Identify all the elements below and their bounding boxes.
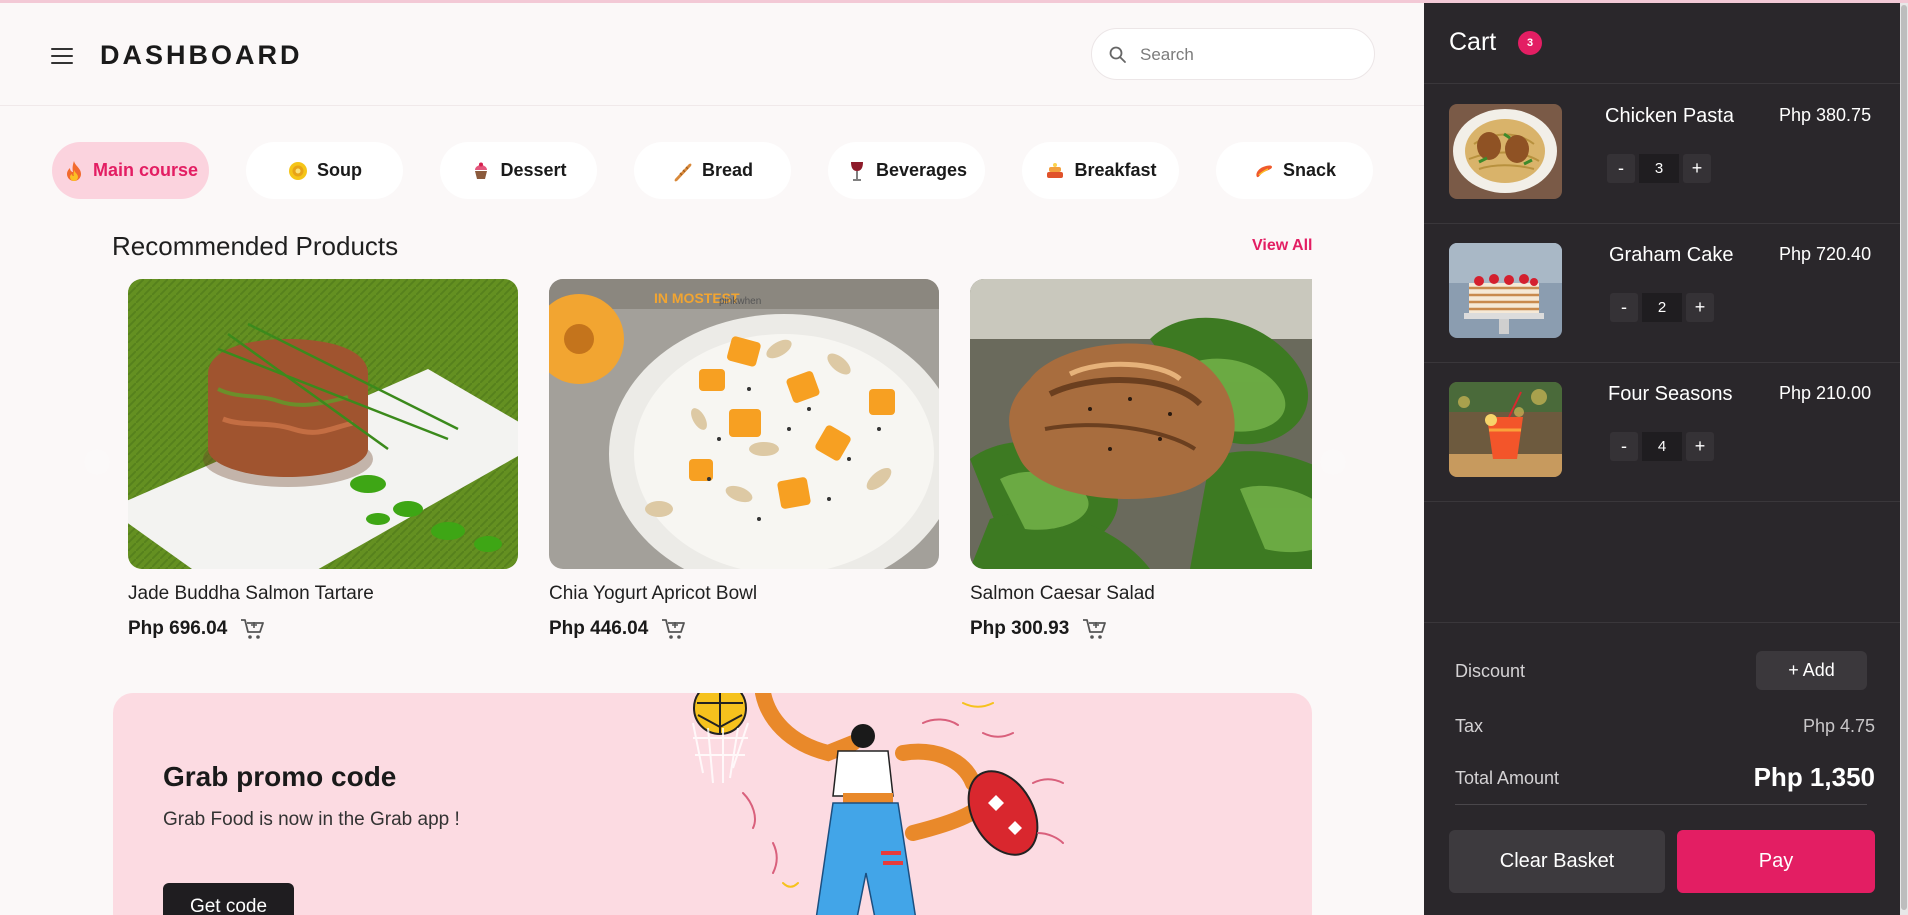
svg-text:pinkwhen: pinkwhen [719, 296, 761, 307]
category-label: Snack [1282, 160, 1337, 180]
clear-basket-button[interactable]: Clear Basket [1449, 830, 1665, 893]
cart-header: Cart 3 [1424, 3, 1900, 84]
breakfast-icon [1044, 160, 1066, 182]
product-carousel: Jade Buddha Salmon Tartare Php 696.04 IN… [128, 279, 1312, 659]
add-to-cart-icon[interactable] [239, 617, 265, 641]
decrease-qty-button[interactable]: - [1610, 432, 1638, 461]
search-input[interactable] [1140, 41, 1360, 69]
category-label: Soup [317, 160, 362, 180]
category-bar: Main course Soup Dessert Bread Beverages… [52, 142, 1424, 202]
soup-icon [287, 160, 309, 182]
view-all-link[interactable]: View All [1252, 237, 1312, 255]
get-code-button[interactable]: Get code [163, 883, 294, 915]
product-name: Salmon Caesar Salad [970, 583, 1155, 604]
tax-value: Php 4.75 [1802, 716, 1875, 736]
increase-qty-button[interactable]: + [1686, 432, 1714, 461]
recommended-title: Recommended Products [112, 231, 399, 261]
product-card[interactable]: Salmon Caesar Salad Php 300.93 [970, 279, 1312, 641]
product-price: Php 446.04 [549, 618, 649, 639]
cart-item-name: Graham Cake [1609, 244, 1734, 266]
add-to-cart-icon[interactable] [660, 617, 686, 641]
main-panel: DASHBOARD Main course Soup Dessert Bread [0, 3, 1424, 915]
cart-item: Four Seasons Php 210.00 - 4 + [1424, 363, 1900, 502]
product-card[interactable]: Jade Buddha Salmon Tartare Php 696.04 [128, 279, 518, 641]
product-name: Jade Buddha Salmon Tartare [128, 583, 374, 604]
discount-label: Discount [1455, 661, 1526, 681]
quantity-stepper: - 3 + [1607, 153, 1711, 184]
page-title: DASHBOARD [100, 40, 303, 70]
category-label: Dessert [500, 160, 567, 180]
category-label: Bread [701, 160, 754, 180]
decrease-qty-button[interactable]: - [1610, 293, 1638, 322]
promo-banner: Grab promo code Grab Food is now in the … [113, 693, 1312, 915]
basketball-player-illustration [692, 693, 1064, 915]
increase-qty-button[interactable]: + [1686, 293, 1714, 322]
total-value: Php 1,350 [1753, 762, 1875, 792]
category-label: Breakfast [1074, 160, 1157, 180]
carousel-next-icon[interactable] [1320, 449, 1346, 475]
bread-icon [672, 160, 694, 182]
cart-item-name: Four Seasons [1608, 383, 1733, 405]
increase-qty-button[interactable]: + [1683, 154, 1711, 183]
tax-label: Tax [1455, 716, 1484, 736]
cart-count-badge: 3 [1518, 31, 1542, 55]
search-icon [1109, 46, 1126, 63]
wine-glass-icon [846, 160, 868, 182]
window-scrollbar[interactable] [1900, 3, 1908, 915]
promo-subtitle: Grab Food is now in the Grab app ! [163, 809, 460, 830]
quantity-value: 4 [1642, 432, 1682, 461]
cart-item: Graham Cake Php 720.40 - 2 + [1424, 224, 1900, 363]
cart-item-name: Chicken Pasta [1605, 105, 1734, 127]
cart-item-price: Php 210.00 [1779, 383, 1872, 403]
add-discount-button[interactable]: + Add [1756, 651, 1867, 690]
product-name: Chia Yogurt Apricot Bowl [549, 583, 758, 604]
cupcake-icon [470, 160, 492, 182]
quantity-stepper: - 4 + [1610, 431, 1714, 462]
header: DASHBOARD [0, 3, 1424, 106]
promo-title: Grab promo code [163, 761, 397, 792]
category-label: Beverages [875, 160, 968, 180]
search-box[interactable] [1091, 28, 1375, 80]
summary-divider [1455, 804, 1867, 805]
decrease-qty-button[interactable]: - [1607, 154, 1635, 183]
pay-button[interactable]: Pay [1677, 830, 1875, 893]
product-image-salmon-tartare[interactable] [128, 279, 518, 569]
product-price: Php 300.93 [970, 618, 1070, 639]
flame-icon [63, 160, 85, 182]
category-chip-main-course[interactable]: Main course [52, 142, 209, 199]
cart-item-price: Php 720.40 [1779, 244, 1872, 264]
product-card[interactable]: IN MOSTEST pinkwhen Chia Yogurt Apricot … [549, 279, 939, 641]
quantity-stepper: - 2 + [1610, 292, 1714, 323]
category-chip-breakfast[interactable]: Breakfast [1022, 142, 1179, 199]
cart-panel: Cart 3 Chicken Pasta Php 380.75 - 3 + Gr… [1424, 3, 1908, 915]
product-price: Php 696.04 [128, 618, 228, 639]
total-label: Total Amount [1455, 768, 1560, 788]
category-chip-soup[interactable]: Soup [246, 142, 403, 199]
hamburger-icon[interactable] [51, 48, 73, 64]
cart-item-price: Php 380.75 [1779, 105, 1872, 125]
cart-item-thumbnail [1449, 243, 1562, 338]
scrollbar-thumb[interactable] [1901, 5, 1907, 910]
category-chip-bread[interactable]: Bread [634, 142, 791, 199]
category-label: Main course [92, 160, 199, 180]
carousel-prev-icon[interactable] [84, 449, 110, 475]
quantity-value: 3 [1639, 154, 1679, 183]
product-image-yogurt-bowl[interactable]: IN MOSTEST pinkwhen [549, 279, 939, 569]
category-chip-snack[interactable]: Snack [1216, 142, 1373, 199]
category-chip-beverages[interactable]: Beverages [828, 142, 985, 199]
cart-item-thumbnail [1449, 382, 1562, 477]
category-chip-dessert[interactable]: Dessert [440, 142, 597, 199]
cart-title: Cart [1449, 28, 1497, 56]
add-to-cart-icon[interactable] [1081, 617, 1107, 641]
cart-item-thumbnail [1449, 104, 1562, 199]
product-image-caesar-salad[interactable] [970, 279, 1312, 569]
cart-item: Chicken Pasta Php 380.75 - 3 + [1424, 85, 1900, 224]
snack-icon [1253, 160, 1275, 182]
app-window: DASHBOARD Main course Soup Dessert Bread [0, 0, 1908, 915]
quantity-value: 2 [1642, 293, 1682, 322]
cart-summary: Discount + Add Tax Php 4.75 Total Amount… [1424, 622, 1900, 915]
